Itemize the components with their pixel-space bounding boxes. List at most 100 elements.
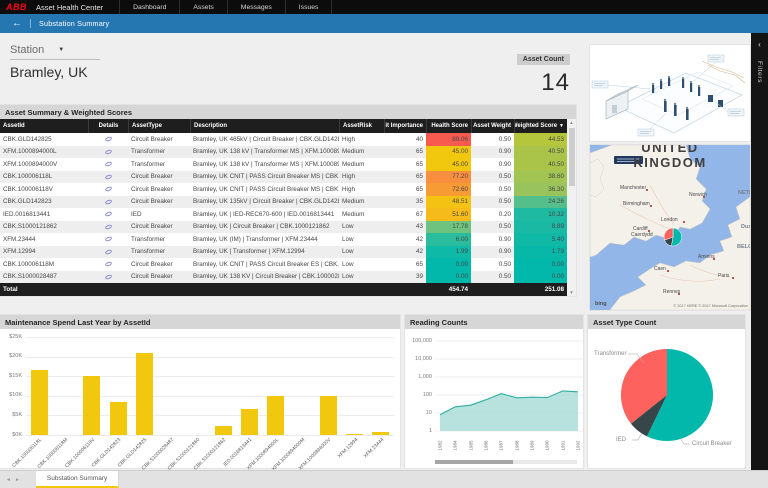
maintenance-chart-title: Maintenance Spend Last Year by AssetId — [0, 315, 400, 329]
station-dropdown[interactable]: Station ▼ — [10, 44, 100, 60]
top-nav-bar: ABB Asset Health Center Dashboard Assets… — [0, 0, 768, 14]
details-link-icon[interactable] — [88, 183, 128, 196]
details-link-icon[interactable] — [88, 133, 128, 146]
readings-hscrollbar[interactable] — [435, 460, 577, 464]
table-scrollbar[interactable]: ▲ ▼ — [567, 119, 576, 296]
details-link-icon[interactable] — [88, 258, 128, 271]
col-weighted-score[interactable]: Weighted Score ▼ — [514, 119, 567, 133]
cell-health-score: 0.00 — [426, 271, 471, 284]
asset-type-pie-chart: Asset Type Count Transformer IED Circuit… — [588, 315, 745, 468]
table-row[interactable]: CBK.S1000028487 Circuit Breaker Bramley,… — [0, 271, 576, 284]
table-row[interactable]: IED.0016813441 IED Bramley, UK | IED-REC… — [0, 208, 576, 221]
table-row[interactable]: XFM.1000894000V Transformer Bramley, UK … — [0, 158, 576, 171]
bar-CBK.100006118L[interactable] — [31, 370, 48, 435]
cell-unit-importance: 65 — [384, 158, 426, 171]
details-link-icon[interactable] — [88, 196, 128, 209]
cell-health-score: 89.06 — [426, 133, 471, 146]
nav-tab-messages[interactable]: Messages — [227, 0, 285, 14]
cell-unit-importance: 65 — [384, 146, 426, 159]
bar-XFM.23444[interactable] — [372, 432, 389, 435]
city-manchester: Manchester — [620, 185, 646, 191]
cell-assetrisk: Low — [339, 233, 384, 246]
next-page-icon[interactable]: ► — [15, 477, 20, 483]
col-asset-weight[interactable]: Asset Weight — [471, 119, 514, 133]
table-row[interactable]: CBK.S1000121862 Circuit Breaker Bramley,… — [0, 221, 576, 234]
col-assetrisk[interactable]: AssetRisk — [339, 119, 384, 133]
cell-weighted-score: 0.00 — [514, 258, 567, 271]
map-country-line1: UNITED — [615, 145, 725, 155]
col-unit-importance[interactable]: Unit Importance — [384, 119, 426, 133]
scroll-down-icon[interactable]: ▼ — [567, 289, 576, 296]
london-pie-marker[interactable] — [664, 228, 682, 246]
details-link-icon[interactable] — [88, 246, 128, 259]
bar-CBK.S1000121862[interactable] — [215, 426, 232, 435]
nav-tab-dashboard[interactable]: Dashboard — [120, 0, 179, 14]
table-row[interactable]: CBK.100006118L Circuit Breaker Bramley, … — [0, 171, 576, 184]
cell-asset-weight: 0.20 — [471, 208, 514, 221]
bar-CBK.100006118V[interactable] — [83, 376, 100, 435]
table-row[interactable]: CBK.GLD142823 Circuit Breaker Bramley, U… — [0, 196, 576, 209]
details-link-icon[interactable] — [88, 221, 128, 234]
bar-XFM.1000894000L[interactable] — [267, 396, 284, 435]
table-row[interactable]: CBK.GLD142825 Circuit Breaker Bramley, U… — [0, 133, 576, 146]
x-axis-label: 1990 — [545, 437, 550, 455]
bar-CBK.GLD142823[interactable] — [110, 402, 127, 435]
col-details[interactable]: Details — [88, 119, 128, 133]
cell-unit-importance: 65 — [384, 183, 426, 196]
details-link-icon[interactable] — [88, 271, 128, 284]
area-series[interactable] — [440, 391, 578, 431]
table-row[interactable]: XFM.12994 Transformer Bramley, UK | Tran… — [0, 246, 576, 259]
prev-page-icon[interactable]: ◄ — [6, 477, 11, 483]
bar-XFM.1000894000V[interactable] — [320, 396, 337, 435]
x-axis-label: 1987 — [499, 437, 504, 455]
page-tab-substation-summary[interactable]: Substation Summary — [36, 471, 119, 488]
details-link-icon[interactable] — [88, 171, 128, 184]
x-axis-label: 1991 — [560, 437, 565, 455]
back-arrow-icon[interactable]: ← — [12, 19, 22, 29]
y-tick-label: 10,000 — [415, 356, 432, 362]
cell-assettype: Circuit Breaker — [128, 221, 190, 234]
details-link-icon[interactable] — [88, 233, 128, 246]
city-london: London — [661, 217, 678, 223]
map-attribution: © 2017 HERE © 2017 Microsoft Corporation — [673, 304, 748, 308]
details-link-icon[interactable] — [88, 146, 128, 159]
col-description[interactable]: Description — [190, 119, 339, 133]
table-row[interactable]: CBK.100006118M Circuit Breaker Bramley, … — [0, 258, 576, 271]
cell-weighted-score: 5.40 — [514, 233, 567, 246]
table-row[interactable]: XFM.1000894000L Transformer Bramley, UK … — [0, 146, 576, 159]
bar-IED.0016813441[interactable] — [241, 409, 258, 435]
scroll-up-icon[interactable]: ▲ — [567, 119, 576, 126]
cell-weighted-score: 8.89 — [514, 221, 567, 234]
cell-assettype: Circuit Breaker — [128, 271, 190, 284]
cell-weighted-score: 44.53 — [514, 133, 567, 146]
table-row[interactable]: XFM.23444 Transformer Bramley, UK (IM) |… — [0, 233, 576, 246]
nav-tab-issues[interactable]: Issues — [285, 0, 332, 14]
pie-label-ied: IED — [616, 437, 626, 443]
cell-asset-weight: 0.90 — [471, 158, 514, 171]
expand-filters-icon[interactable]: ‹ — [758, 41, 761, 49]
col-health-score[interactable]: Health Score — [426, 119, 471, 133]
bar-CBK.GLD142825[interactable] — [136, 353, 153, 435]
details-link-icon[interactable] — [88, 158, 128, 171]
gridline — [26, 357, 394, 358]
table-row[interactable]: CBK.100006118V Circuit Breaker Bramley, … — [0, 183, 576, 196]
y-tick-label: 1 — [429, 428, 432, 434]
nav-tab-assets[interactable]: Assets — [179, 0, 226, 14]
maintenance-yaxis: $0K$5K$10K$15K$20K$25K — [0, 315, 23, 468]
details-link-icon[interactable] — [88, 208, 128, 221]
gridline — [26, 337, 394, 338]
col-assetid[interactable]: AssetId — [0, 119, 88, 133]
uk-map-visual[interactable]: UNITED KINGDOM Manchester Birmingham Nor… — [590, 145, 750, 310]
cell-unit-importance: 39 — [384, 271, 426, 284]
cell-assetid: CBK.100006118V — [0, 183, 88, 196]
cell-assettype: IED — [128, 208, 190, 221]
scrollbar-thumb[interactable] — [569, 128, 575, 186]
cell-assettype: Transformer — [128, 146, 190, 159]
cell-weighted-score: 36.30 — [514, 183, 567, 196]
bar-XFM.12994[interactable] — [346, 434, 363, 435]
station-value: Bramley, UK — [10, 64, 100, 80]
cell-assettype: Circuit Breaker — [128, 171, 190, 184]
col-assettype[interactable]: AssetType — [128, 119, 190, 133]
cell-assetrisk: Low — [339, 258, 384, 271]
hscrollbar-thumb[interactable] — [435, 460, 513, 464]
